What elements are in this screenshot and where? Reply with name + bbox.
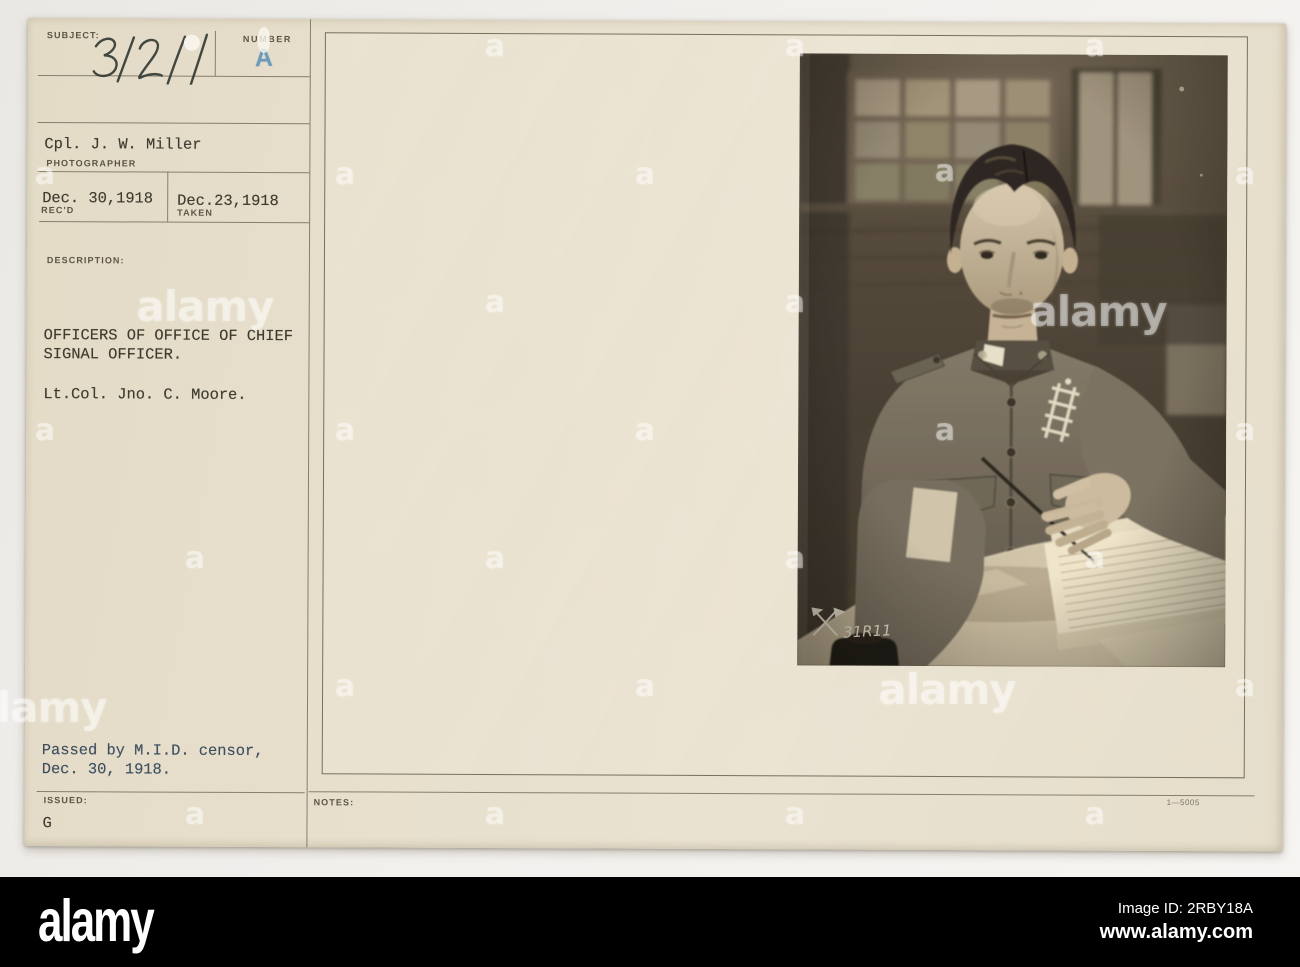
alamy-logo: alamy [38,888,155,955]
alamy-url-text: www.alamy.com [1099,920,1253,943]
rule-under-dates [39,221,310,224]
divider-dates [167,171,169,222]
photographer-name: Cpl. J. W. Miller [44,135,202,154]
photo-vignette [797,53,1228,668]
rule-above-issued [36,791,305,794]
portrait-photo: 31R11 [797,53,1228,668]
rule-blank-row [37,122,310,125]
form-corner-code: 1—5005 [1166,797,1200,808]
image-id-text: Image ID: 2RBY18A [1117,900,1253,918]
notes-label: NOTES: [313,797,355,808]
footer-info: Image ID: 2RBY18A www.alamy.com [1100,901,1253,943]
issued-value: G [42,814,52,833]
alamy-footer-bar: alamy Image ID: 2RBY18A www.alamy.com [0,877,1300,967]
stock-photo-page: SUBJECT: NUMBER A Cpl. J. W. Miller PHOT… [0,0,1300,967]
correction-smudge [183,34,200,51]
white-smudge [257,27,270,54]
censor-stamp-text: Passed by M.I.D. censor, Dec. 30, 1918. [41,741,264,779]
description-label: DESCRIPTION: [46,255,125,266]
divider-main-column [306,19,311,848]
photographer-label: PHOTOGRAPHER [46,158,137,169]
date-received-label: REC'D [41,205,75,216]
date-taken-label: TAKEN [177,207,214,218]
subject-number-handwritten [92,33,208,85]
description-text: OFFICERS OF OFFICE OF CHIEF SIGNAL OFFIC… [43,326,294,364]
divider-subject-number [214,30,216,76]
rule-above-notes [308,791,1255,797]
rule-under-photographer [37,171,310,174]
description-name: Lt.Col. Jno. C. Moore. [43,385,247,404]
photo-index-card: SUBJECT: NUMBER A Cpl. J. W. Miller PHOT… [24,18,1286,852]
issued-label: ISSUED: [43,795,88,806]
